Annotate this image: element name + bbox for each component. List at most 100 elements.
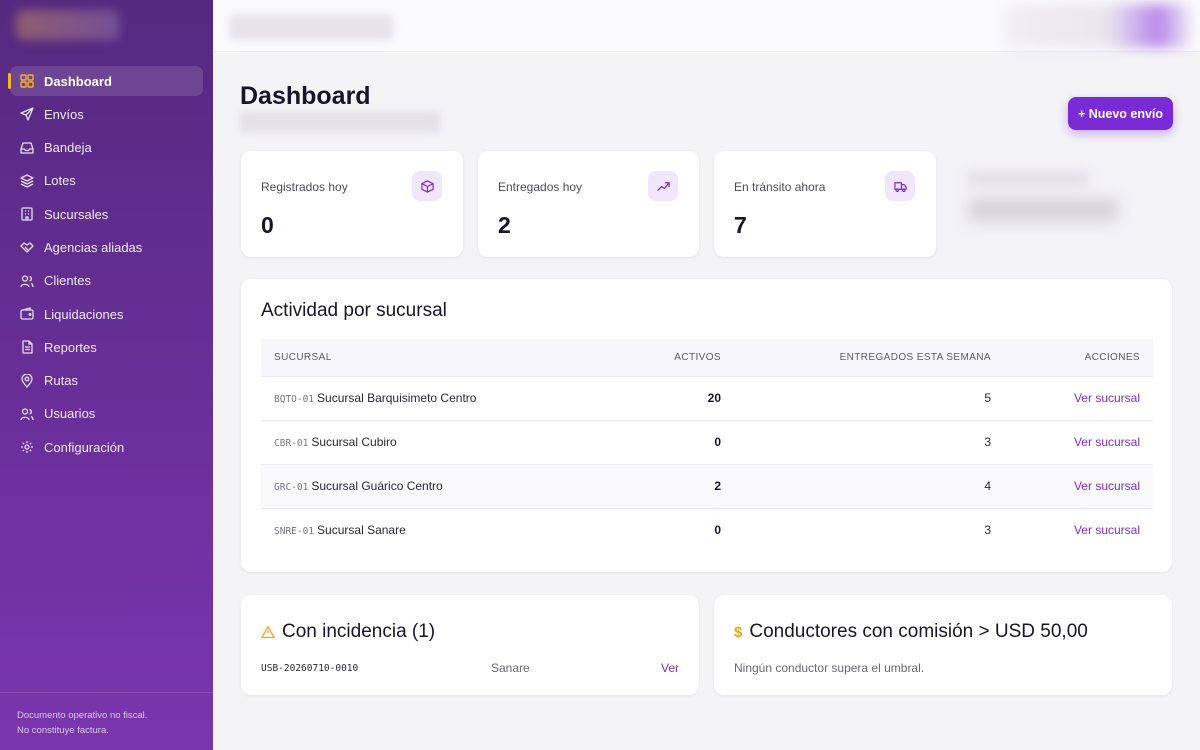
active-count: 2 — [651, 463, 734, 508]
user-group-icon — [20, 407, 34, 421]
empty-state: Ningún conductor supera el umbral. — [734, 661, 925, 675]
file-icon — [20, 340, 34, 355]
sidebar-nav: Dashboard Envíos Bandeja Lotes Sucursale… — [8, 66, 203, 466]
page-title: Dashboard — [240, 82, 371, 110]
sidebar-item-liquidaciones[interactable]: Liquidaciones — [10, 299, 203, 329]
wallet-icon — [20, 307, 34, 321]
logo[interactable] — [16, 10, 120, 40]
breadcrumb — [229, 14, 394, 40]
trend-up-icon — [648, 171, 678, 201]
stat-value: 2 — [498, 212, 511, 238]
stat-label: Entregados hoy — [498, 180, 583, 194]
branch-name: Sucursal Cubiro — [311, 435, 397, 449]
grid-icon — [20, 74, 34, 88]
user-menu[interactable] — [1004, 4, 1192, 48]
table-row: BQTO-01 Sucursal Barquisimeto Centro 20 5… — [261, 375, 1153, 420]
sidebar-item-label: Dashboard — [44, 73, 112, 89]
sidebar-item-label: Reportes — [44, 339, 97, 355]
footer-note: Documento operativo no fiscal. — [17, 710, 148, 721]
active-count: 20 — [651, 375, 734, 420]
view-incident-link[interactable]: Ver — [661, 661, 679, 675]
new-shipment-button[interactable]: + Nuevo envío — [1068, 97, 1173, 130]
sidebar-item-label: Lotes — [44, 173, 76, 189]
branch-code: CBR-01 — [274, 438, 309, 449]
view-branch-link[interactable]: Ver sucursal — [1004, 507, 1153, 552]
drivers-card: $ Conductores con comisión > USD 50,00 N… — [714, 595, 1172, 695]
warning-icon — [261, 625, 276, 640]
table-header: Sucursal Activos Entregados esta semana … — [261, 339, 1153, 376]
active-count: 0 — [651, 507, 734, 552]
column-header: Entregados esta semana — [839, 351, 991, 363]
inbox-icon — [20, 141, 34, 155]
sidebar-item-label: Clientes — [44, 273, 91, 289]
active-count: 0 — [651, 419, 734, 464]
sidebar: Dashboard Envíos Bandeja Lotes Sucursale… — [0, 0, 213, 750]
sidebar-item-usuarios[interactable]: Usuarios — [10, 399, 203, 429]
sidebar-item-lotes[interactable]: Lotes — [10, 166, 203, 196]
stat-value: 7 — [734, 212, 747, 238]
view-branch-link[interactable]: Ver sucursal — [1004, 375, 1153, 420]
branch-name: Sucursal Guárico Centro — [311, 479, 443, 493]
shipment-branch: Sanare — [491, 661, 530, 675]
drivers-title: Conductores con comisión > USD 50,00 — [749, 621, 1088, 642]
table-row: CBR-01 Sucursal Cubiro 0 3 Ver sucursal — [261, 419, 1153, 464]
sidebar-item-bandeja[interactable]: Bandeja — [10, 133, 203, 163]
box-icon — [412, 171, 442, 201]
branch-cell: GRC-01 Sucursal Guárico Centro — [261, 463, 651, 508]
section-title: Actividad por sucursal — [261, 300, 447, 321]
sidebar-item-label: Bandeja — [44, 140, 92, 156]
sidebar-item-configuracion[interactable]: Configuración — [10, 432, 203, 462]
sidebar-item-rutas[interactable]: Rutas — [10, 366, 203, 396]
branch-name: Sucursal Barquisimeto Centro — [317, 391, 477, 405]
shipment-code: USB-20260710-0010 — [261, 663, 359, 674]
branch-table: Sucursal Activos Entregados esta semana … — [261, 339, 1153, 552]
send-icon — [20, 107, 34, 121]
sidebar-item-agencias[interactable]: Agencias aliadas — [10, 232, 203, 262]
view-branch-link[interactable]: Ver sucursal — [1004, 463, 1153, 508]
activity-card: Actividad por sucursal Sucursal Activos … — [241, 279, 1172, 572]
delivered-count: 3 — [734, 419, 1004, 464]
layers-icon — [20, 174, 34, 188]
map-pin-icon — [20, 373, 34, 388]
stat-card-registered: Registrados hoy 0 — [241, 151, 463, 257]
table-row: GRC-01 Sucursal Guárico Centro 2 4 Ver su… — [261, 463, 1153, 508]
sidebar-item-label: Liquidaciones — [44, 306, 124, 322]
branch-code: GRC-01 — [274, 482, 309, 493]
sidebar-item-label: Agencias aliadas — [44, 239, 143, 255]
handshake-icon — [20, 240, 34, 254]
column-header: Activos — [674, 351, 721, 363]
sidebar-item-dashboard[interactable]: Dashboard — [8, 66, 203, 96]
page-subtitle — [240, 111, 440, 133]
delivered-count: 4 — [734, 463, 1004, 508]
sidebar-item-envios[interactable]: Envíos — [10, 99, 203, 129]
footer-note: No constituye factura. — [17, 725, 109, 736]
stat-card-in-transit: En tránsito ahora 7 — [714, 151, 936, 257]
branch-code: BQTO-01 — [274, 394, 315, 405]
sidebar-item-clientes[interactable]: Clientes — [10, 266, 203, 296]
users-icon — [20, 274, 34, 288]
dollar-icon: $ — [734, 623, 743, 641]
truck-icon — [885, 171, 915, 201]
sidebar-item-label: Envíos — [44, 106, 84, 122]
sidebar-item-sucursales[interactable]: Sucursales — [10, 199, 203, 229]
stat-label: Registrados hoy — [261, 180, 348, 194]
delivered-count: 5 — [734, 375, 1004, 420]
branch-name: Sucursal Sanare — [317, 523, 406, 538]
section-title: Con incidencia (1) — [261, 621, 435, 643]
delivered-count: 3 — [734, 507, 1004, 552]
incidents-title: Con incidencia (1) — [282, 621, 436, 642]
section-title: $ Conductores con comisión > USD 50,00 — [734, 621, 1088, 643]
sidebar-item-label: Rutas — [44, 373, 78, 389]
column-header: Acciones — [1084, 351, 1140, 363]
sidebar-footer: Documento operativo no fiscal. No consti… — [0, 692, 213, 750]
view-branch-link[interactable]: Ver sucursal — [1004, 419, 1153, 464]
branch-cell: CBR-01 Sucursal Cubiro — [261, 419, 651, 464]
sidebar-item-reportes[interactable]: Reportes — [10, 332, 203, 362]
column-header: Sucursal — [274, 351, 332, 363]
topbar — [213, 0, 1200, 52]
sidebar-item-label: Usuarios — [44, 406, 96, 422]
stat-label: En tránsito ahora — [734, 180, 826, 194]
gear-icon — [20, 440, 34, 454]
incidents-card: Con incidencia (1) USB-20260710-0010 San… — [241, 595, 699, 695]
branch-cell: SNRE-01 Sucursal Sanare — [261, 507, 651, 552]
